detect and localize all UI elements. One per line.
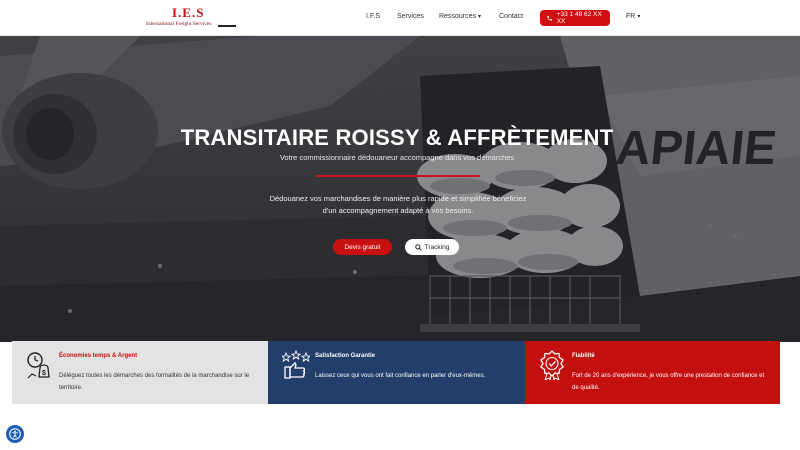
hero-divider xyxy=(316,175,480,177)
hero-section: APIAIE TRANSITAIRE ROISSY & AFFRÈTEMENT … xyxy=(0,36,800,342)
feature-text: Déléguez toutes les démarches des formal… xyxy=(59,373,250,391)
nav-item-ifs[interactable]: I.F.S xyxy=(366,13,380,20)
thumbs-up-stars-icon xyxy=(282,350,310,379)
accessibility-icon xyxy=(9,428,21,440)
devis-gratuit-label: Devis gratuit xyxy=(344,243,381,251)
svg-text:$: $ xyxy=(42,370,46,377)
feature-text: Laissez ceux qui vous ont fait confiance… xyxy=(315,373,486,379)
devis-gratuit-button[interactable]: Devis gratuit xyxy=(333,239,392,255)
feature-card-economies: $ Économies temps & Argent Déléguez tout… xyxy=(12,341,268,404)
phone-button[interactable]: +33 1 48 62 XX XX xyxy=(540,10,610,26)
quality-badge-icon xyxy=(540,350,564,380)
site-header: I.E.S International Freight Services I.F… xyxy=(0,0,800,36)
phone-icon xyxy=(547,15,553,21)
nav-item-services[interactable]: Services xyxy=(397,13,424,20)
hero-subtitle: Votre commissionnaire dédouaneur accompa… xyxy=(279,153,515,162)
tracking-button[interactable]: Tracking xyxy=(405,239,459,255)
tracking-label: Tracking xyxy=(424,243,450,251)
phone-number: +33 1 48 62 XX XX xyxy=(556,11,602,25)
language-selector[interactable]: FR ▾ xyxy=(626,13,640,20)
feature-title: Économies temps & Argent xyxy=(59,353,138,359)
feature-card-satisfaction: Satisfaction Garantie Laissez ceux qui v… xyxy=(268,341,525,404)
hero-description: Dédouanez vos marchandises de manière pl… xyxy=(269,194,527,215)
chevron-down-icon: ▾ xyxy=(637,14,641,20)
logo-mark: I.E.S xyxy=(172,5,205,20)
hero-title: TRANSITAIRE ROISSY & AFFRÈTEMENT xyxy=(180,125,614,150)
language-label: FR xyxy=(626,13,636,20)
accessibility-button[interactable] xyxy=(6,425,24,443)
feature-title: Fiabilité xyxy=(572,353,595,359)
feature-title: Satisfaction Garantie xyxy=(315,353,376,359)
feature-text: Fort de 20 ans d'expérience, je vous off… xyxy=(572,373,765,391)
nav-item-ressources-label: Ressources xyxy=(439,13,476,20)
logo-underline xyxy=(218,25,236,27)
logo[interactable]: I.E.S International Freight Services xyxy=(146,5,238,31)
logo-subtitle: International Freight Services xyxy=(146,21,212,27)
page: I.E.S International Freight Services I.F… xyxy=(0,0,800,450)
chevron-down-icon: ▾ xyxy=(477,14,481,20)
nav-item-contact[interactable]: Contact xyxy=(499,13,523,20)
search-icon xyxy=(414,243,422,251)
money-time-icon: $ xyxy=(27,352,50,379)
hero-overlay xyxy=(0,36,800,342)
feature-card-fiabilite: Fiabilité Fort de 20 ans d'expérience, j… xyxy=(525,341,780,404)
nav-item-ressources[interactable]: Ressources ▾ xyxy=(439,13,481,20)
